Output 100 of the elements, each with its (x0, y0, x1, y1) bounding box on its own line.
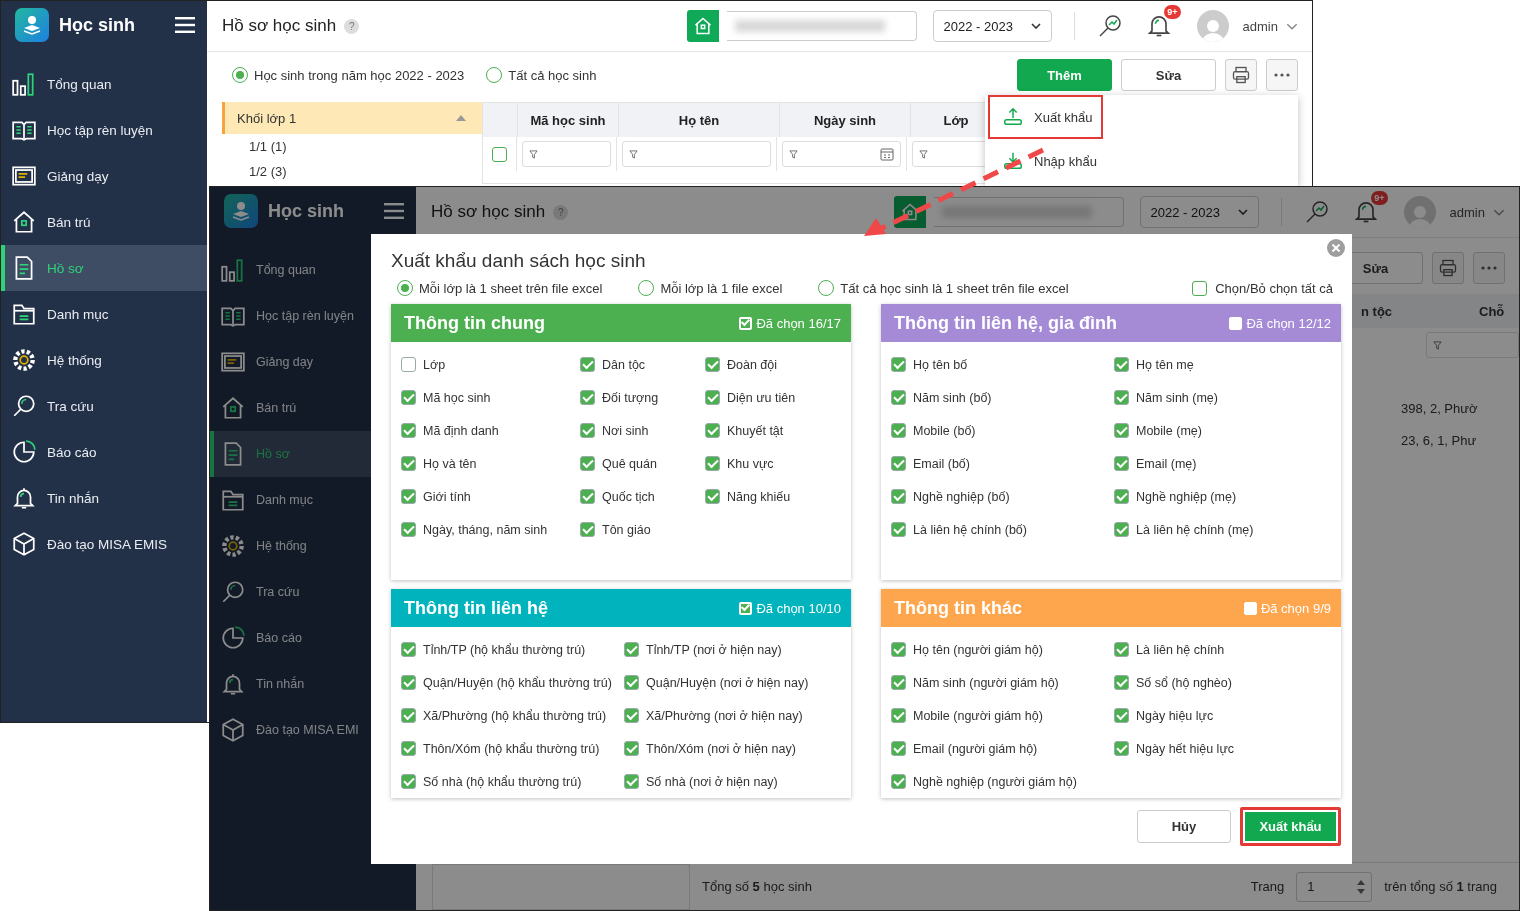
menu-item[interactable]: Xuất khẩu (988, 95, 1103, 139)
spinner-icon[interactable] (1357, 879, 1366, 894)
school-field[interactable] (933, 197, 1124, 227)
print-button[interactable] (1432, 252, 1464, 284)
sidebar-item[interactable]: Tổng quan (1, 61, 207, 107)
checkbox[interactable] (624, 774, 639, 789)
checkbox[interactable] (891, 708, 906, 723)
checkbox[interactable] (580, 456, 595, 471)
checkbox[interactable] (1114, 357, 1129, 372)
filter-field[interactable] (522, 141, 611, 167)
sidebar-item[interactable]: Tin nhắn (1, 475, 207, 521)
checkbox[interactable] (580, 423, 595, 438)
year-select[interactable]: 2022 - 2023 (932, 10, 1052, 42)
checkbox[interactable] (401, 456, 416, 471)
help-icon[interactable]: ? (344, 18, 360, 34)
filter-field[interactable] (782, 141, 901, 167)
calendar-icon[interactable] (880, 147, 894, 161)
checkbox[interactable] (401, 423, 416, 438)
checkbox[interactable] (705, 423, 720, 438)
checkbox[interactable] (705, 390, 720, 405)
menu-icon[interactable] (175, 17, 195, 33)
chevron-down-icon[interactable] (1286, 22, 1298, 30)
sidebar-item[interactable]: Danh mục (1, 291, 207, 337)
sidebar-item[interactable]: Bán trú (1, 199, 207, 245)
sidebar-item[interactable]: Tra cứu (1, 383, 207, 429)
checkbox[interactable] (891, 390, 906, 405)
sidebar-item[interactable]: Báo cáo (1, 429, 207, 475)
checkbox[interactable] (401, 675, 416, 690)
more-button[interactable] (1473, 252, 1505, 284)
column-header[interactable]: Chỗ (1419, 294, 1519, 328)
school-home-button[interactable] (686, 10, 719, 42)
checkbox[interactable] (1114, 642, 1129, 657)
year-select[interactable]: 2022 - 2023 (1139, 196, 1259, 228)
checkbox[interactable] (401, 741, 416, 756)
user-name[interactable]: admin (1242, 18, 1278, 34)
checkbox[interactable] (1114, 522, 1129, 537)
checkbox[interactable] (624, 642, 639, 657)
avatar-icon[interactable] (1403, 196, 1436, 228)
sidebar-item[interactable]: Đào tạo MISA EMIS (1, 521, 207, 567)
checkbox[interactable] (891, 423, 906, 438)
checkbox[interactable] (1114, 390, 1129, 405)
checkbox[interactable] (891, 489, 906, 504)
column-header[interactable]: Mã học sinh (518, 103, 619, 137)
checkbox[interactable] (891, 642, 906, 657)
caret-up-icon[interactable] (456, 115, 466, 121)
checkbox[interactable] (492, 146, 507, 162)
menu-item[interactable]: Nhập khẩu (988, 139, 1103, 183)
sidebar-item[interactable]: Hệ thống (1, 337, 207, 383)
column-header[interactable]: Ngày sinh (780, 103, 911, 137)
checkbox[interactable] (891, 456, 906, 471)
checkbox[interactable] (1114, 741, 1129, 756)
checkbox[interactable] (891, 357, 906, 372)
tree-item[interactable]: 1/1 (1) (222, 134, 482, 159)
checkbox[interactable] (624, 675, 639, 690)
filter-field[interactable] (622, 141, 771, 167)
user-name[interactable]: admin (1449, 204, 1485, 220)
checkbox[interactable] (580, 489, 595, 504)
edit-button[interactable]: Sửa (1121, 59, 1216, 91)
checkbox[interactable] (401, 774, 416, 789)
checkbox[interactable] (624, 741, 639, 756)
checkbox[interactable] (580, 390, 595, 405)
more-button[interactable] (1266, 59, 1298, 91)
checkbox[interactable] (891, 675, 906, 690)
sidebar-item[interactable]: Giảng dạy (1, 153, 207, 199)
chevron-down-icon[interactable] (1493, 208, 1505, 216)
checkbox[interactable] (580, 522, 595, 537)
close-icon[interactable] (1327, 239, 1345, 257)
checkbox[interactable] (891, 774, 906, 789)
tree-item[interactable]: Khối lớp 1 (222, 102, 482, 134)
checkbox[interactable] (1192, 280, 1208, 296)
cancel-button[interactable]: Hủy (1137, 810, 1231, 843)
checkbox[interactable] (1114, 456, 1129, 471)
checkbox[interactable] (891, 741, 906, 756)
checkbox[interactable] (401, 357, 416, 372)
checkbox[interactable] (705, 456, 720, 471)
checkbox[interactable] (401, 708, 416, 723)
avatar-icon[interactable] (1196, 10, 1229, 42)
school-field[interactable] (726, 11, 917, 41)
checkbox[interactable] (1114, 489, 1129, 504)
checkbox[interactable] (401, 642, 416, 657)
sidebar-item[interactable]: Hồ sơ (1, 245, 207, 291)
checkbox[interactable] (401, 489, 416, 504)
checkbox[interactable] (401, 390, 416, 405)
tree-item[interactable]: 1/2 (3) (222, 159, 482, 184)
page-field[interactable]: 1 (1296, 871, 1373, 902)
checkbox[interactable] (401, 522, 416, 537)
menu-icon[interactable] (384, 203, 404, 219)
checkbox[interactable] (624, 708, 639, 723)
checkbox[interactable] (1114, 708, 1129, 723)
checkbox[interactable] (1114, 423, 1129, 438)
checkbox[interactable] (1114, 675, 1129, 690)
checkbox[interactable] (891, 522, 906, 537)
checkbox[interactable] (705, 357, 720, 372)
checkbox[interactable] (580, 357, 595, 372)
checkbox[interactable] (705, 489, 720, 504)
column-header[interactable]: n tộc (1351, 294, 1419, 328)
print-button[interactable] (1225, 59, 1257, 91)
sidebar-item[interactable]: Học tập rèn luyện (1, 107, 207, 153)
filter-field[interactable] (1426, 332, 1519, 358)
column-header[interactable]: Họ tên (619, 103, 780, 137)
